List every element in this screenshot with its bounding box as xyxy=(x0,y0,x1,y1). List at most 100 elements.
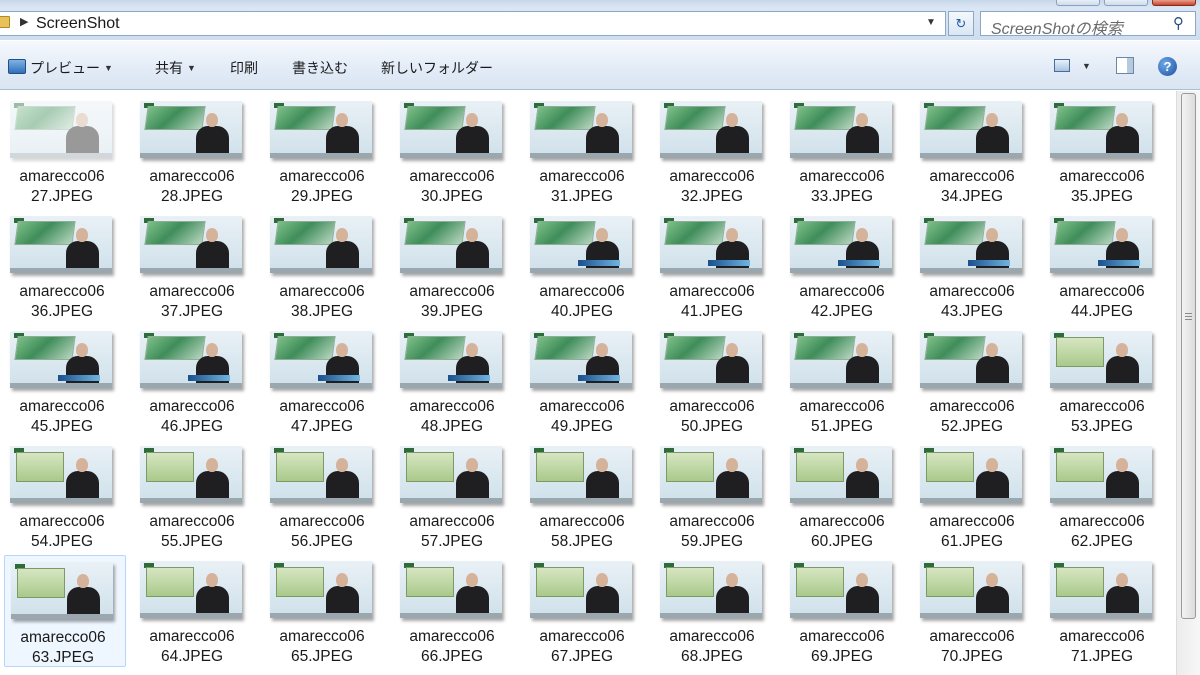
presenter-head xyxy=(206,458,218,472)
file-item[interactable]: amarecco06 30.JPEG xyxy=(394,95,516,207)
file-item[interactable]: amarecco06 46.JPEG xyxy=(134,325,256,437)
minimize-button[interactable] xyxy=(1056,0,1100,6)
search-icon[interactable]: ⚲ xyxy=(1173,14,1184,32)
file-item[interactable]: amarecco06 63.JPEG xyxy=(4,555,126,667)
file-item[interactable]: amarecco06 66.JPEG xyxy=(394,555,516,667)
presenter-head xyxy=(856,573,868,587)
file-name-line2: 32.JPEG xyxy=(680,188,744,205)
file-item[interactable]: amarecco06 35.JPEG xyxy=(1044,95,1166,207)
help-icon[interactable]: ? xyxy=(1158,57,1177,76)
maximize-button[interactable] xyxy=(1104,0,1148,6)
file-item[interactable]: amarecco06 64.JPEG xyxy=(134,555,256,667)
file-item[interactable]: amarecco06 36.JPEG xyxy=(4,210,126,322)
file-name: amarecco06 40.JPEG xyxy=(524,282,640,322)
file-item[interactable]: amarecco06 27.JPEG xyxy=(4,95,126,207)
file-item[interactable]: amarecco06 34.JPEG xyxy=(914,95,1036,207)
file-item[interactable]: amarecco06 47.JPEG xyxy=(264,325,386,437)
file-item[interactable]: amarecco06 44.JPEG xyxy=(1044,210,1166,322)
scrollbar-thumb[interactable] xyxy=(1181,93,1196,619)
vertical-scrollbar[interactable] xyxy=(1176,91,1200,675)
preview-button[interactable]: プレビュー ▼ xyxy=(30,58,113,78)
file-item[interactable]: amarecco06 31.JPEG xyxy=(524,95,646,207)
desk xyxy=(400,613,502,618)
presenter-head xyxy=(336,113,348,127)
image-thumbnail xyxy=(660,446,762,503)
address-dropdown-icon[interactable]: ▼ xyxy=(926,17,936,28)
file-item[interactable]: amarecco06 65.JPEG xyxy=(264,555,386,667)
file-name-line2: 50.JPEG xyxy=(680,418,744,435)
search-input[interactable]: ScreenShotの検索 ⚲ xyxy=(980,11,1196,38)
path-chevron-icon[interactable]: ▶ xyxy=(20,15,28,28)
preview-pane-icon[interactable] xyxy=(1116,57,1134,74)
file-item[interactable]: amarecco06 52.JPEG xyxy=(914,325,1036,437)
file-name-line1: amarecco06 xyxy=(799,398,885,415)
desk xyxy=(140,153,242,158)
chevron-down-icon[interactable]: ▼ xyxy=(1082,61,1091,71)
file-item[interactable]: amarecco06 40.JPEG xyxy=(524,210,646,322)
file-name: amarecco06 33.JPEG xyxy=(784,167,900,207)
banner-graphic xyxy=(404,336,466,360)
file-item[interactable]: amarecco06 69.JPEG xyxy=(784,555,906,667)
image-thumbnail xyxy=(660,216,762,273)
print-button[interactable]: 印刷 xyxy=(230,58,258,78)
breadcrumb-folder[interactable]: ScreenShot xyxy=(36,15,120,33)
file-name-line1: amarecco06 xyxy=(149,513,235,530)
file-item[interactable]: amarecco06 54.JPEG xyxy=(4,440,126,552)
file-item[interactable]: amarecco06 29.JPEG xyxy=(264,95,386,207)
presenter-head xyxy=(596,573,608,587)
address-bar[interactable]: ▶ ScreenShot ▼ xyxy=(0,11,946,36)
file-item[interactable]: amarecco06 37.JPEG xyxy=(134,210,256,322)
presenter-body xyxy=(196,241,229,271)
file-item[interactable]: amarecco06 32.JPEG xyxy=(654,95,776,207)
file-item[interactable]: amarecco06 56.JPEG xyxy=(264,440,386,552)
image-thumbnail xyxy=(1050,331,1152,388)
file-item[interactable]: amarecco06 43.JPEG xyxy=(914,210,1036,322)
desk xyxy=(10,383,112,388)
file-item[interactable]: amarecco06 61.JPEG xyxy=(914,440,1036,552)
refresh-button[interactable]: ↻ xyxy=(948,11,974,36)
file-item[interactable]: amarecco06 60.JPEG xyxy=(784,440,906,552)
new-folder-button[interactable]: 新しいフォルダー xyxy=(381,58,493,78)
file-item[interactable]: amarecco06 57.JPEG xyxy=(394,440,516,552)
file-item[interactable]: amarecco06 62.JPEG xyxy=(1044,440,1166,552)
file-item[interactable]: amarecco06 67.JPEG xyxy=(524,555,646,667)
file-item[interactable]: amarecco06 59.JPEG xyxy=(654,440,776,552)
file-name-line1: amarecco06 xyxy=(539,513,625,530)
banner-graphic xyxy=(274,221,336,245)
file-name: amarecco06 53.JPEG xyxy=(1044,397,1160,437)
file-name-line2: 51.JPEG xyxy=(810,418,874,435)
file-item[interactable]: amarecco06 55.JPEG xyxy=(134,440,256,552)
file-item[interactable]: amarecco06 50.JPEG xyxy=(654,325,776,437)
file-name-line1: amarecco06 xyxy=(539,168,625,185)
file-name-line2: 46.JPEG xyxy=(160,418,224,435)
change-view-icon[interactable] xyxy=(1054,59,1070,72)
file-item[interactable]: amarecco06 41.JPEG xyxy=(654,210,776,322)
presenter-body xyxy=(846,586,879,616)
caption-bar xyxy=(968,260,1010,266)
file-item[interactable]: amarecco06 39.JPEG xyxy=(394,210,516,322)
file-name: amarecco06 49.JPEG xyxy=(524,397,640,437)
file-item[interactable]: amarecco06 51.JPEG xyxy=(784,325,906,437)
image-thumbnail xyxy=(790,331,892,388)
file-name-line1: amarecco06 xyxy=(409,628,495,645)
file-name-line1: amarecco06 xyxy=(409,513,495,530)
burn-button[interactable]: 書き込む xyxy=(292,58,348,78)
file-item[interactable]: amarecco06 33.JPEG xyxy=(784,95,906,207)
file-item[interactable]: amarecco06 71.JPEG xyxy=(1044,555,1166,667)
file-item[interactable]: amarecco06 48.JPEG xyxy=(394,325,516,437)
banner-graphic xyxy=(794,106,856,130)
close-button[interactable] xyxy=(1152,0,1196,6)
file-item[interactable]: amarecco06 42.JPEG xyxy=(784,210,906,322)
file-name-line2: 56.JPEG xyxy=(290,533,354,550)
file-item[interactable]: amarecco06 38.JPEG xyxy=(264,210,386,322)
presenter-body xyxy=(196,471,229,501)
file-item[interactable]: amarecco06 70.JPEG xyxy=(914,555,1036,667)
file-item[interactable]: amarecco06 58.JPEG xyxy=(524,440,646,552)
file-item[interactable]: amarecco06 49.JPEG xyxy=(524,325,646,437)
share-button[interactable]: 共有 ▼ xyxy=(155,58,196,78)
file-item[interactable]: amarecco06 68.JPEG xyxy=(654,555,776,667)
file-item[interactable]: amarecco06 53.JPEG xyxy=(1044,325,1166,437)
file-item[interactable]: amarecco06 28.JPEG xyxy=(134,95,256,207)
file-item[interactable]: amarecco06 45.JPEG xyxy=(4,325,126,437)
file-name-line2: 43.JPEG xyxy=(940,303,1004,320)
